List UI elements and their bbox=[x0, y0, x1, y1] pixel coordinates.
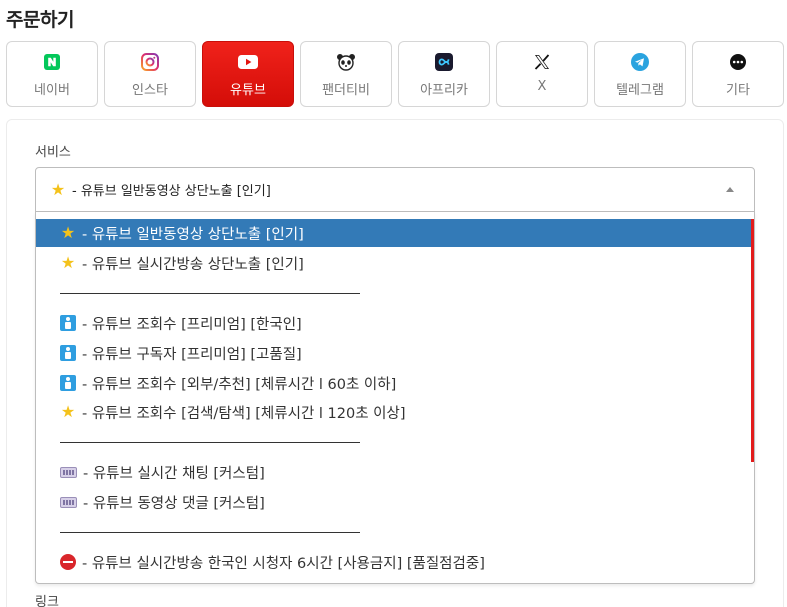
person-icon bbox=[60, 315, 76, 331]
service-option[interactable]: - 유튜브 조회수 [외부/추천] [체류시간 l 60초 이하] bbox=[36, 369, 752, 397]
service-option[interactable]: - 유튜브 구독자 [프리미엄] [고품질] bbox=[36, 339, 752, 367]
option-separator bbox=[60, 532, 360, 533]
platform-tab-instagram[interactable]: 인스타 bbox=[104, 41, 196, 107]
afreeca-icon bbox=[434, 52, 454, 72]
platform-tab-label: 텔레그램 bbox=[616, 83, 664, 98]
service-option-label: - 유튜브 실시간방송 한국인 시청자 6시간 [사용금지] [품질점검중] bbox=[82, 555, 485, 572]
caret-up-icon bbox=[726, 187, 734, 192]
platform-tab-x[interactable]: X bbox=[496, 41, 588, 107]
keyboard-icon bbox=[60, 496, 77, 508]
option-separator bbox=[60, 442, 360, 443]
platform-tab-label: 유튜브 bbox=[230, 83, 266, 98]
platform-tab-afreeca[interactable]: 아프리카 bbox=[398, 41, 490, 107]
service-option[interactable]: - 유튜브 동영상 댓글 [커스텀] bbox=[36, 488, 752, 516]
service-option[interactable]: ★ - 유튜브 조회수 [검색/탐색] [체류시간 l 120초 이상] bbox=[36, 398, 752, 426]
star-icon: ★ bbox=[60, 223, 76, 242]
keyboard-icon bbox=[60, 466, 77, 478]
service-option-label: - 유튜브 조회수 [프리미엄] [한국인] bbox=[82, 316, 302, 333]
platform-tab-label: 인스타 bbox=[132, 83, 168, 98]
star-icon: ★ bbox=[60, 402, 76, 421]
platform-tab-label: 네이버 bbox=[34, 83, 70, 98]
platform-tab-pandatv[interactable]: 팬더티비 bbox=[300, 41, 392, 107]
pandatv-icon bbox=[336, 52, 356, 72]
platform-tab-label: 팬더티비 bbox=[322, 83, 370, 98]
platform-tab-naver[interactable]: 네이버 bbox=[6, 41, 98, 107]
person-icon bbox=[60, 345, 76, 361]
more-icon bbox=[728, 52, 748, 72]
service-select[interactable]: ★ - 유튜브 일반동영상 상단노출 [인기] bbox=[35, 167, 755, 212]
platform-tab-etc[interactable]: 기타 bbox=[692, 41, 784, 107]
instagram-icon bbox=[140, 52, 160, 72]
platform-tabs: 네이버 인스타 유튜브 팬더티비 아프리카 X 텔레그램 기타 bbox=[6, 41, 784, 107]
telegram-icon bbox=[630, 52, 650, 72]
service-option-label: - 유튜브 일반동영상 상단노출 [인기] bbox=[82, 226, 304, 243]
platform-tab-telegram[interactable]: 텔레그램 bbox=[594, 41, 686, 107]
service-option[interactable]: ★ - 유튜브 일반동영상 상단노출 [인기] bbox=[36, 219, 752, 247]
youtube-icon bbox=[238, 52, 258, 72]
star-icon: ★ bbox=[60, 253, 76, 272]
service-option[interactable]: ★ - 유튜브 실시간방송 상단노출 [인기] bbox=[36, 249, 752, 277]
platform-tab-youtube[interactable]: 유튜브 bbox=[202, 41, 294, 107]
person-icon bbox=[60, 375, 76, 391]
platform-tab-label: X bbox=[537, 79, 547, 94]
service-option-label: - 유튜브 구독자 [프리미엄] [고품질] bbox=[82, 346, 302, 363]
service-option[interactable]: - 유튜브 조회수 [프리미엄] [한국인] bbox=[36, 309, 752, 337]
service-option-label: - 유튜브 조회수 [검색/탐색] [체류시간 l 120초 이상] bbox=[82, 405, 406, 422]
service-option-label: - 유튜브 실시간 채팅 [커스텀] bbox=[83, 465, 265, 482]
x-icon bbox=[532, 52, 552, 72]
star-icon: ★ bbox=[50, 179, 66, 199]
service-select-value: - 유튜브 일반동영상 상단노출 [인기] bbox=[72, 184, 271, 199]
link-label: 링크 bbox=[35, 595, 59, 607]
dropdown-scrollbar[interactable] bbox=[751, 219, 754, 462]
service-option-label: - 유튜브 실시간방송 상단노출 [인기] bbox=[82, 256, 304, 273]
service-option[interactable]: - 유튜브 실시간방송 한국인 시청자 6시간 [사용금지] [품질점검중] bbox=[36, 548, 752, 576]
no-entry-icon bbox=[60, 554, 76, 570]
option-separator bbox=[60, 293, 360, 294]
platform-tab-label: 아프리카 bbox=[420, 83, 468, 98]
platform-tab-label: 기타 bbox=[726, 83, 750, 98]
service-label: 서비스 bbox=[35, 145, 71, 160]
naver-icon bbox=[42, 52, 62, 72]
service-option-label: - 유튜브 동영상 댓글 [커스텀] bbox=[83, 495, 265, 512]
service-option-label: - 유튜브 조회수 [외부/추천] [체류시간 l 60초 이하] bbox=[82, 376, 397, 393]
service-option[interactable]: - 유튜브 실시간 채팅 [커스텀] bbox=[36, 458, 752, 486]
page-title: 주문하기 bbox=[6, 9, 74, 31]
service-dropdown: ★ - 유튜브 일반동영상 상단노출 [인기] ★ - 유튜브 실시간방송 상단… bbox=[35, 212, 755, 584]
